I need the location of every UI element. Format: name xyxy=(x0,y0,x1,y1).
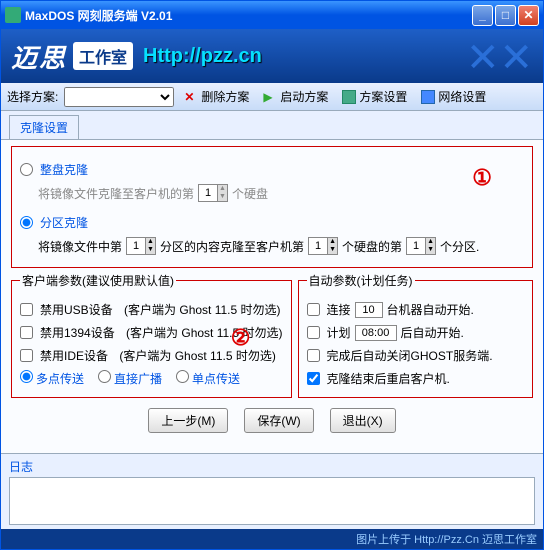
titlebar: MaxDOS 网刻服务端 V2.01 _ □ ✕ xyxy=(1,1,543,29)
start-scheme-button[interactable]: ▶ 启动方案 xyxy=(259,86,332,107)
exit-button[interactable]: 退出(X) xyxy=(330,408,396,433)
auto-plan-check[interactable] xyxy=(307,326,320,339)
auto-params-group: 自动参数(计划任务) 连接台机器自动开始. 计划后自动开始. 完成后自动关闭GH… xyxy=(298,272,533,398)
tab-clone-settings[interactable]: 克隆设置 xyxy=(9,115,79,139)
src-partition-spinner[interactable]: ▲▼ xyxy=(126,237,156,255)
network-icon xyxy=(421,90,435,104)
footer: 图片上传于 Http://Pzz.Cn 迈思工作室 xyxy=(1,529,543,549)
save-button[interactable]: 保存(W) xyxy=(244,408,313,433)
clone-mode-group: ① 整盘克隆 将镜像文件克隆至客户机的第 ▲▼ 个硬盘 分区克隆 将镜像文件中第… xyxy=(11,146,533,268)
minimize-button[interactable]: _ xyxy=(472,5,493,26)
full-disk-radio[interactable] xyxy=(20,163,33,176)
reboot-client-check[interactable] xyxy=(307,372,320,385)
disable-usb-check[interactable] xyxy=(20,303,33,316)
connect-count-input[interactable] xyxy=(355,302,383,318)
auto-legend: 自动参数(计划任务) xyxy=(307,272,415,289)
scheme-select[interactable] xyxy=(64,87,174,107)
dst-partition-spinner[interactable]: ▲▼ xyxy=(406,237,436,255)
scheme-label: 选择方案: xyxy=(7,88,58,105)
disable-ide-check[interactable] xyxy=(20,349,33,362)
full-disk-label: 整盘克隆 xyxy=(40,161,88,178)
multicast-radio[interactable] xyxy=(20,370,33,383)
up-arrow-icon[interactable]: ▲ xyxy=(217,185,227,193)
broadcast-radio[interactable] xyxy=(98,370,111,383)
log-section: 日志 xyxy=(1,453,543,529)
dst-disk-spinner[interactable]: ▲▼ xyxy=(308,237,338,255)
window-title: MaxDOS 网刻服务端 V2.01 xyxy=(25,7,472,24)
close-button[interactable]: ✕ xyxy=(518,5,539,26)
close-ghost-check[interactable] xyxy=(307,349,320,362)
play-icon: ▶ xyxy=(263,90,277,104)
delete-icon: ✕ xyxy=(184,90,198,104)
prev-button[interactable]: 上一步(M) xyxy=(148,408,228,433)
client-params-group: 客户端参数(建议使用默认值) ② 禁用USB设备 (客户端为 Ghost 11.… xyxy=(11,272,292,398)
banner-decoration: ✕✕ xyxy=(466,35,533,81)
tab-bar: 克隆设置 xyxy=(1,111,543,140)
banner-logo: 迈思 xyxy=(11,38,67,75)
settings-icon xyxy=(342,90,356,104)
auto-connect-check[interactable] xyxy=(307,303,320,316)
partition-label: 分区克隆 xyxy=(40,214,88,231)
banner-studio: 工作室 xyxy=(73,42,133,70)
unicast-radio[interactable] xyxy=(176,370,189,383)
annotation-2: ② xyxy=(231,325,251,351)
disable-1394-check[interactable] xyxy=(20,326,33,339)
banner: 迈思 工作室 Http://pzz.cn ✕✕ xyxy=(1,29,543,83)
toolbar: 选择方案: ✕ 删除方案 ▶ 启动方案 方案设置 网络设置 xyxy=(1,83,543,111)
log-body xyxy=(9,477,535,525)
scheme-settings-button[interactable]: 方案设置 xyxy=(338,86,411,107)
partition-radio[interactable] xyxy=(20,216,33,229)
annotation-1: ① xyxy=(472,165,492,191)
full-text-pre: 将镜像文件克隆至客户机的第 xyxy=(38,185,194,202)
log-label: 日志 xyxy=(9,460,33,474)
plan-time-input[interactable] xyxy=(355,325,397,341)
full-text-post: 个硬盘 xyxy=(232,185,268,202)
full-disk-spinner[interactable]: ▲▼ xyxy=(198,184,228,202)
app-icon xyxy=(5,7,21,23)
down-arrow-icon[interactable]: ▼ xyxy=(217,193,227,201)
delete-scheme-button[interactable]: ✕ 删除方案 xyxy=(180,86,253,107)
client-legend: 客户端参数(建议使用默认值) xyxy=(20,272,176,289)
maximize-button[interactable]: □ xyxy=(495,5,516,26)
banner-url: Http://pzz.cn xyxy=(143,45,262,68)
network-settings-button[interactable]: 网络设置 xyxy=(417,86,490,107)
